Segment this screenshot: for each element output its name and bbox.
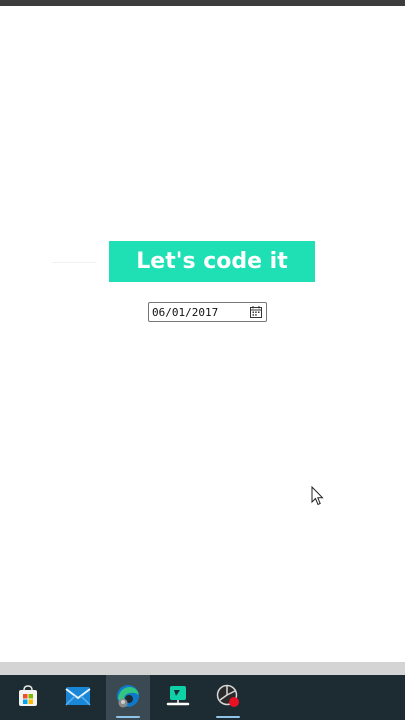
taskbar-item-store[interactable] [6,675,50,720]
title-banner: Let's code it [109,241,315,282]
mouse-pointer-icon [311,485,325,506]
taskbar-item-recorder[interactable] [206,675,250,720]
date-value[interactable]: 06/01/2017 [149,306,249,319]
taskbar-item-filmora[interactable] [156,675,200,720]
taskbar [0,675,405,720]
mail-icon [65,685,91,711]
calendar-icon[interactable] [249,305,263,319]
decorative-line [52,262,96,263]
taskbar-item-edge[interactable] [106,675,150,720]
recorder-icon [215,683,241,713]
edge-icon [115,683,141,713]
taskbar-item-mail[interactable] [56,675,100,720]
filmora-icon [165,683,191,713]
banner-title: Let's code it [136,249,288,274]
store-icon [16,684,40,712]
running-indicator [216,716,240,718]
active-indicator [116,716,140,718]
browser-page [0,6,405,662]
horizontal-scrollbar[interactable] [0,662,405,675]
date-input[interactable]: 06/01/2017 [148,302,267,322]
